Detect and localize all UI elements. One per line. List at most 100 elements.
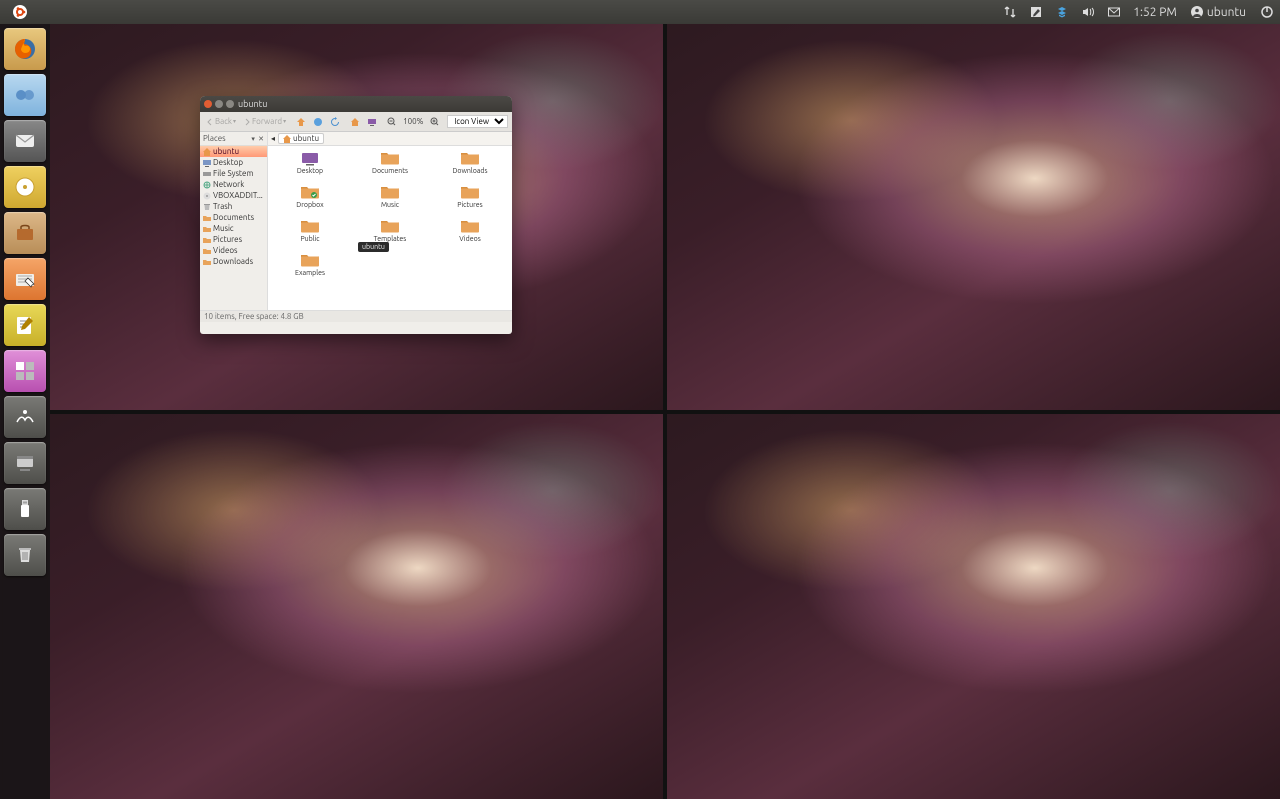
dropbox-indicator-icon[interactable] bbox=[1049, 0, 1075, 24]
sidebar-place-network[interactable]: Network bbox=[200, 179, 267, 190]
folder-icon bbox=[460, 184, 480, 200]
folder-icon bbox=[380, 150, 400, 166]
reload-button[interactable] bbox=[328, 116, 342, 128]
workspace-1[interactable]: ubuntu Back ▾ Forward ▾ bbox=[50, 24, 663, 410]
launcher-app-a[interactable] bbox=[4, 396, 46, 438]
clock[interactable]: 1:52 PM bbox=[1127, 0, 1183, 24]
window-controls bbox=[204, 100, 234, 108]
folder-documents[interactable]: Documents bbox=[350, 150, 430, 184]
minimize-button[interactable] bbox=[215, 100, 223, 108]
trash-icon bbox=[203, 203, 211, 211]
folder-icon bbox=[203, 236, 211, 244]
place-label: Music bbox=[213, 224, 234, 233]
sidebar-header: Places ▾ ✕ bbox=[200, 132, 267, 146]
folder-public[interactable]: Public bbox=[270, 218, 350, 252]
launcher-trash[interactable] bbox=[4, 534, 46, 576]
folder-label: Examples bbox=[295, 269, 325, 277]
text-editor-indicator-icon[interactable] bbox=[1023, 0, 1049, 24]
stop-button[interactable] bbox=[311, 116, 325, 128]
path-toggle-icon[interactable]: ◂ bbox=[271, 134, 275, 143]
sidebar-place-trash[interactable]: Trash bbox=[200, 201, 267, 212]
home-icon bbox=[203, 148, 211, 156]
folder-icon bbox=[203, 214, 211, 222]
place-label: Documents bbox=[213, 213, 254, 222]
sidebar-place-file-system[interactable]: File System bbox=[200, 168, 267, 179]
launcher-nautilus[interactable] bbox=[4, 258, 46, 300]
window-titlebar[interactable]: ubuntu bbox=[200, 96, 512, 112]
folder-icon bbox=[203, 247, 211, 255]
place-label: ubuntu bbox=[213, 147, 239, 156]
folder-examples[interactable]: Examples bbox=[270, 252, 350, 286]
sidebar-place-videos[interactable]: Videos bbox=[200, 245, 267, 256]
up-button[interactable] bbox=[294, 116, 308, 128]
cd-icon bbox=[203, 192, 211, 200]
folder-pictures[interactable]: Pictures bbox=[430, 184, 510, 218]
sidebar-place-music[interactable]: Music bbox=[200, 223, 267, 234]
sidebar-place-documents[interactable]: Documents bbox=[200, 212, 267, 223]
sidebar-place-ubuntu[interactable]: ubuntu bbox=[200, 146, 267, 157]
folder-label: Dropbox bbox=[296, 201, 323, 209]
disk-icon bbox=[203, 170, 211, 178]
nautilus-body: Places ▾ ✕ ubuntuDesktopFile SystemNetwo… bbox=[200, 132, 512, 310]
sidebar-place-pictures[interactable]: Pictures bbox=[200, 234, 267, 245]
power-indicator-icon[interactable] bbox=[1254, 0, 1280, 24]
sidebar-title: Places bbox=[203, 134, 226, 143]
arrow-right-icon bbox=[243, 118, 251, 126]
folder-desktop[interactable]: Desktop bbox=[270, 150, 350, 184]
close-button[interactable] bbox=[204, 100, 212, 108]
zoom-in-button[interactable] bbox=[428, 116, 441, 127]
place-label: File System bbox=[213, 169, 253, 178]
view-mode-select[interactable]: Icon View bbox=[447, 115, 508, 128]
launcher-shotwell[interactable] bbox=[4, 74, 46, 116]
folder-dropbox[interactable]: Dropbox bbox=[270, 184, 350, 218]
launcher-mail[interactable] bbox=[4, 120, 46, 162]
breadcrumb-home[interactable]: ubuntu bbox=[278, 133, 324, 144]
folder-music[interactable]: Music bbox=[350, 184, 430, 218]
window-title: ubuntu bbox=[238, 99, 267, 109]
folder-label: Pictures bbox=[457, 201, 482, 209]
folder-label: Public bbox=[300, 235, 319, 243]
launcher-firefox[interactable] bbox=[4, 28, 46, 70]
messaging-indicator-icon[interactable] bbox=[1101, 0, 1127, 24]
folder-icon bbox=[203, 225, 211, 233]
launcher-app-b[interactable] bbox=[4, 442, 46, 484]
volume-indicator-icon[interactable] bbox=[1075, 0, 1101, 24]
status-bar: 10 items, Free space: 4.8 GB bbox=[200, 310, 512, 322]
launcher-rhythmbox[interactable] bbox=[4, 166, 46, 208]
sidebar-place-vboxaddit-[interactable]: VBOXADDIT... bbox=[200, 190, 267, 201]
workspace-3[interactable] bbox=[50, 414, 663, 799]
back-button[interactable]: Back ▾ bbox=[204, 116, 238, 127]
folder-icon bbox=[380, 218, 400, 234]
sidebar-place-downloads[interactable]: Downloads bbox=[200, 256, 267, 267]
zoom-out-button[interactable] bbox=[385, 116, 398, 127]
chevron-down-icon[interactable]: ▾ ✕ bbox=[251, 135, 264, 143]
launcher-workspace-switcher[interactable] bbox=[4, 350, 46, 392]
workspace-switcher-grid: ubuntu Back ▾ Forward ▾ bbox=[50, 24, 1280, 799]
folder-downloads[interactable]: Downloads bbox=[430, 150, 510, 184]
sidebar-place-desktop[interactable]: Desktop bbox=[200, 157, 267, 168]
launcher-software-center[interactable] bbox=[4, 212, 46, 254]
workspace-4[interactable] bbox=[667, 414, 1280, 799]
place-label: Videos bbox=[213, 246, 238, 255]
session-indicator[interactable]: ubuntu bbox=[1183, 6, 1254, 19]
launcher-gedit[interactable] bbox=[4, 304, 46, 346]
home-button[interactable] bbox=[348, 116, 362, 128]
folder-videos[interactable]: Videos bbox=[430, 218, 510, 252]
place-label: VBOXADDIT... bbox=[213, 191, 263, 200]
nautilus-window[interactable]: ubuntu Back ▾ Forward ▾ bbox=[200, 96, 512, 334]
folder-icon bbox=[300, 184, 320, 200]
workspace-2[interactable] bbox=[667, 24, 1280, 410]
network-indicator-icon[interactable] bbox=[997, 0, 1023, 24]
network-icon bbox=[203, 181, 211, 189]
forward-button[interactable]: Forward ▾ bbox=[241, 116, 288, 127]
username-label: ubuntu bbox=[1207, 6, 1246, 19]
maximize-button[interactable] bbox=[226, 100, 234, 108]
forward-label: Forward bbox=[252, 117, 282, 126]
ubuntu-logo-button[interactable] bbox=[0, 0, 40, 24]
folder-label: Downloads bbox=[452, 167, 487, 175]
location-bar: ◂ ubuntu bbox=[268, 132, 512, 146]
icon-view[interactable]: DesktopDocuments Downloads Dropbox Music Pic… bbox=[268, 146, 512, 310]
reload-icon bbox=[330, 117, 340, 127]
launcher-usb[interactable] bbox=[4, 488, 46, 530]
computer-button[interactable] bbox=[365, 116, 379, 128]
